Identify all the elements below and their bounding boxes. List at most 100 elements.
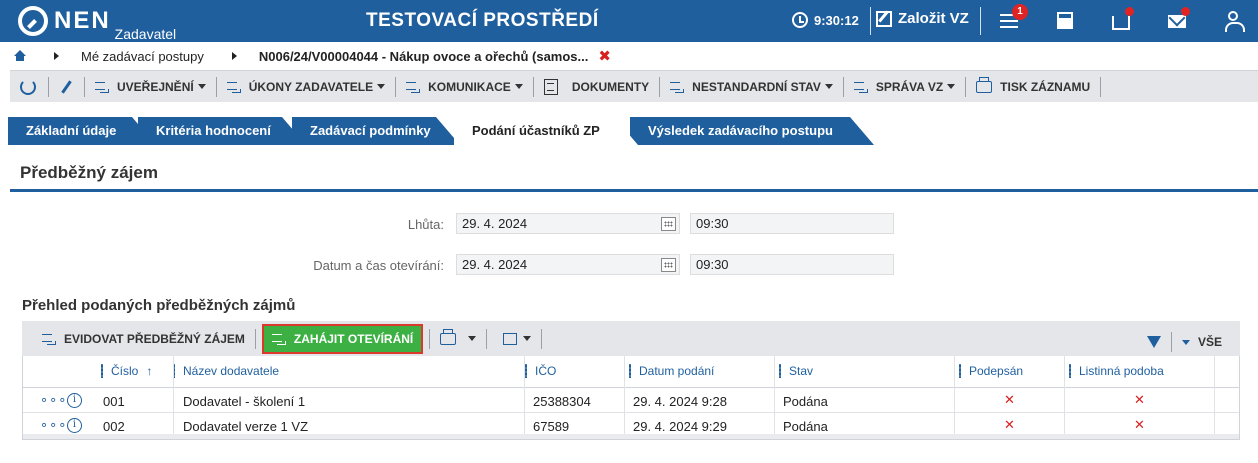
inbox-icon[interactable] <box>1110 7 1134 32</box>
caret-down-icon <box>377 84 386 89</box>
tab-kriteria-hodnoceni[interactable]: Kritéria hodnocení <box>138 117 306 145</box>
print-menu[interactable] <box>436 328 480 345</box>
calendar-icon[interactable] <box>661 217 676 231</box>
print-icon <box>440 328 457 345</box>
pencil-icon[interactable] <box>61 79 72 94</box>
chevron-right-icon <box>231 52 237 60</box>
column-label: Název dodavatele <box>183 364 280 378</box>
tisk-label: TISK ZÁZNAMU <box>1000 79 1091 94</box>
action-toolbar: UVEŘEJNĚNÍ ÚKONY ZADAVATELE KOMUNIKACE D… <box>10 70 1258 102</box>
evidovat-label: EVIDOVAT PŘEDBĚŽNÝ ZÁJEM <box>64 331 245 346</box>
export-icon <box>503 332 518 345</box>
zahajit-label: ZAHÁJIT OTEVÍRÁNÍ <box>293 331 414 346</box>
cross-icon: ✕ <box>1134 417 1145 432</box>
nen-logo[interactable]: NEN Zadavatel <box>18 6 176 42</box>
caret-down-icon <box>197 84 206 89</box>
clock-icon <box>792 12 808 28</box>
menu-icon[interactable]: 1 <box>998 4 1028 32</box>
tisk-zaznamu-button[interactable]: TISK ZÁZNAMU <box>972 76 1094 94</box>
refresh-icon[interactable] <box>20 78 36 95</box>
zahajit-otevirani-button[interactable]: ZAHÁJIT OTEVÍRÁNÍ <box>261 323 424 354</box>
toolbar-divider <box>1100 76 1102 97</box>
filter-icon[interactable] <box>1146 336 1161 348</box>
calculator-icon[interactable] <box>1054 10 1076 32</box>
horizontal-scrollbar[interactable] <box>23 434 1239 439</box>
column-label: Číslo <box>111 364 139 378</box>
toolbar-divider <box>486 328 488 349</box>
ukony-zadavatele-menu[interactable]: ÚKONY ZADAVATELE <box>223 80 389 94</box>
lhuta-date-value: 29. 4. 2024 <box>462 216 528 231</box>
logo-subtitle: Zadavatel <box>114 26 177 42</box>
column-listinna[interactable]: Listinná podoba <box>1069 364 1164 378</box>
submissions-grid: Číslo ↑ Název dodavatele IČO Datum podání… <box>22 356 1240 440</box>
sprava-vz-menu[interactable]: SPRÁVA VZ <box>850 80 959 94</box>
column-nazev[interactable]: Název dodavatele <box>173 364 279 378</box>
otevreni-time-field[interactable]: 09:30 <box>690 254 894 275</box>
chevron-right-icon <box>54 52 59 60</box>
cell-nazev: Dodavatel - školení 1 <box>183 394 306 409</box>
filter-controls: VŠE <box>1146 332 1222 352</box>
cell-stav: Podána <box>783 419 828 434</box>
list-icon <box>670 81 685 93</box>
breadcrumb-my-procedures[interactable]: Mé zadávací postupy <box>81 49 204 64</box>
column-datum[interactable]: Datum podání <box>629 364 714 378</box>
column-grip-icon <box>959 364 961 378</box>
cell-stav: Podána <box>783 394 828 409</box>
tab-strip: Základní údaje Kritéria hodnocení Zadáva… <box>0 117 1258 145</box>
edit-icon <box>876 10 892 27</box>
tab-vysledek-postupu[interactable]: Výsledek zadávacího postupu <box>630 117 874 145</box>
column-grip-icon <box>1069 364 1071 378</box>
list-icon <box>271 333 286 345</box>
user-icon[interactable] <box>1222 10 1245 32</box>
komunikace-menu[interactable]: KOMUNIKACE <box>402 80 527 94</box>
uverejneni-label: UVEŘEJNĚNÍ <box>117 79 194 94</box>
lhuta-row: Lhůta: 29. 4. 2024 09:30 <box>0 213 1258 235</box>
column-stav[interactable]: Stav <box>779 364 813 378</box>
more-options-icon[interactable]: ∘∘∘ <box>40 417 67 433</box>
home-icon[interactable] <box>14 50 26 62</box>
tab-podani-ucastniku[interactable]: Podání účastníků ZP <box>454 117 638 145</box>
cell-datum: 29. 4. 2024 9:28 <box>633 394 727 409</box>
header-divider <box>870 7 871 35</box>
lhuta-date-field[interactable]: 29. 4. 2024 <box>456 213 680 234</box>
table-row[interactable]: ∘∘∘ i 001 Dodavatel - školení 1 25388304… <box>23 388 1239 413</box>
uverejneni-menu[interactable]: UVEŘEJNĚNÍ <box>91 80 210 94</box>
column-cislo[interactable]: Číslo ↑ <box>101 364 152 378</box>
document-icon <box>543 78 558 95</box>
otevreni-date-value: 29. 4. 2024 <box>462 257 528 272</box>
lhuta-time-field[interactable]: 09:30 <box>690 213 894 234</box>
info-icon[interactable]: i <box>67 418 82 433</box>
filter-all-label[interactable]: VŠE <box>1198 335 1222 349</box>
dokumenty-label: DOKUMENTY <box>571 79 650 94</box>
close-icon[interactable]: ✖ <box>598 47 611 65</box>
cross-icon: ✕ <box>1134 392 1145 407</box>
create-vz-button[interactable]: Založit VZ <box>876 10 969 27</box>
list-icon <box>95 81 109 93</box>
caret-down-icon[interactable] <box>1181 339 1190 345</box>
otevreni-date-field[interactable]: 29. 4. 2024 <box>456 254 680 275</box>
column-label: Podepsán <box>969 364 1024 378</box>
caret-down-icon <box>514 84 523 89</box>
tab-zakladni-udaje[interactable]: Základní údaje <box>8 117 156 145</box>
mail-icon[interactable] <box>1166 7 1190 32</box>
nestandardni-stav-menu[interactable]: NESTANDARDNÍ STAV <box>666 80 837 94</box>
calendar-icon[interactable] <box>661 258 676 272</box>
notification-badge: 1 <box>1012 4 1028 20</box>
info-icon[interactable]: i <box>67 393 82 408</box>
column-grip-icon <box>525 364 527 378</box>
ukony-label: ÚKONY ZADAVATELE <box>248 79 374 94</box>
column-grip-icon <box>629 364 631 378</box>
dokumenty-button[interactable]: DOKUMENTY <box>540 78 653 95</box>
caret-down-icon <box>947 84 956 89</box>
list-icon <box>406 81 421 93</box>
toolbar-divider <box>254 328 256 349</box>
column-ico[interactable]: IČO <box>525 364 556 378</box>
toolbar-divider <box>965 76 967 97</box>
evidovat-button[interactable]: EVIDOVAT PŘEDBĚŽNÝ ZÁJEM <box>38 332 249 346</box>
list-icon <box>853 81 868 93</box>
breadcrumb-current-procedure[interactable]: N006/24/V00004044 - Nákup ovoce a ořechů… <box>259 49 589 64</box>
tab-zadavaci-podminky[interactable]: Zadávací podmínky <box>292 117 460 145</box>
more-options-icon[interactable]: ∘∘∘ <box>40 392 67 408</box>
column-podepsan[interactable]: Podepsán <box>959 364 1023 378</box>
export-menu[interactable] <box>493 332 535 345</box>
